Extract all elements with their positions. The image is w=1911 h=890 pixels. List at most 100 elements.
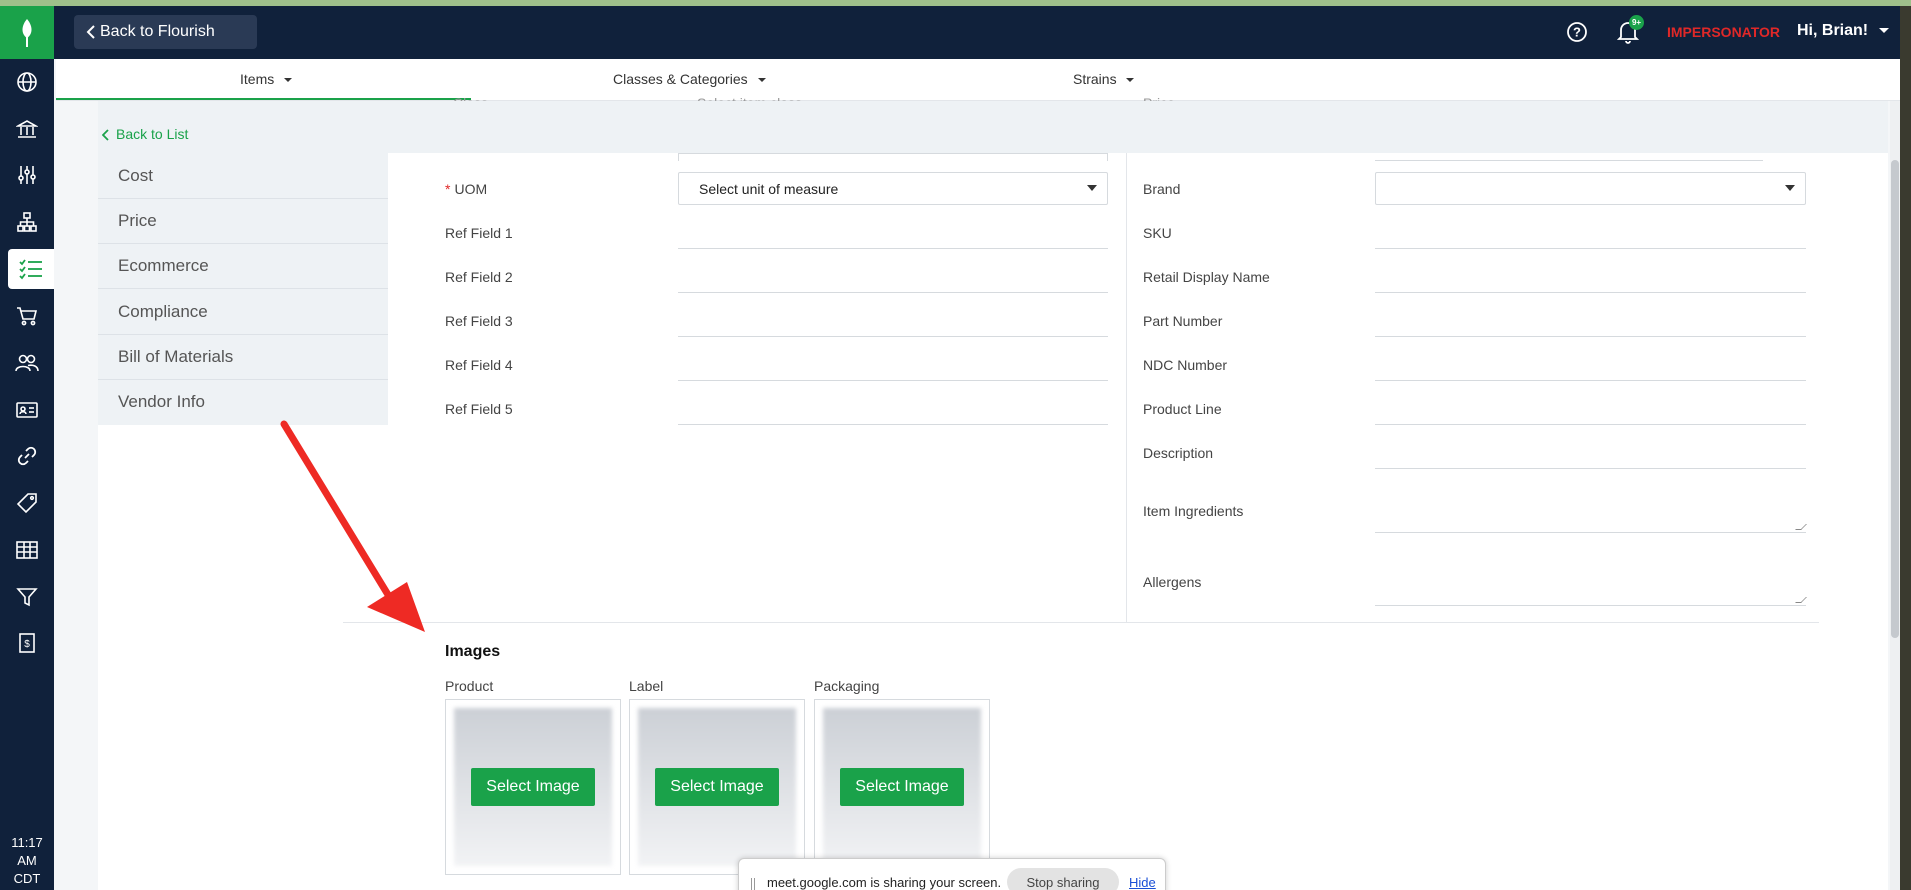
required-star: * (445, 181, 451, 197)
ref-field-2-label: Ref Field 2 (445, 269, 513, 285)
sliders-icon[interactable] (0, 155, 54, 195)
packaging-image-card: Select Image (814, 699, 990, 875)
menu-item-ecommerce[interactable]: Ecommerce (98, 243, 388, 289)
left-nav-rail: $ 11:17 AM CDT (0, 6, 54, 890)
item-ingredients-textarea[interactable] (1375, 493, 1807, 533)
resize-grip-icon[interactable] (1795, 597, 1807, 603)
page-scrollbar-thumb[interactable] (1891, 160, 1899, 638)
tab-classes-categories[interactable]: Classes & Categories (613, 71, 766, 87)
brand-select[interactable] (1375, 172, 1806, 205)
ref-field-4-input[interactable] (678, 380, 1108, 381)
product-image-label: Product (445, 678, 494, 694)
menu-item-cost[interactable]: Cost (98, 153, 388, 199)
checklist-icon[interactable] (8, 249, 54, 289)
menu-item-label: Price (118, 210, 157, 230)
menu-item-label: Ecommerce (118, 255, 209, 275)
ref-field-3-input[interactable] (678, 336, 1108, 337)
sku-input[interactable] (1375, 248, 1806, 249)
tab-items-label: Items (240, 71, 275, 87)
part-number-input[interactable] (1375, 336, 1806, 337)
org-chart-icon[interactable] (0, 202, 54, 242)
id-card-icon[interactable] (0, 390, 54, 430)
globe-icon[interactable] (0, 62, 54, 102)
menu-item-vendor-info[interactable]: Vendor Info (98, 379, 388, 425)
ref-field-5-input[interactable] (678, 424, 1108, 425)
hide-sharing-bar-link[interactable]: Hide (1129, 875, 1156, 890)
ref-field-3-label: Ref Field 3 (445, 313, 513, 329)
description-label: Description (1143, 445, 1214, 461)
product-line-input[interactable] (1375, 424, 1806, 425)
ref-field-1-input[interactable] (678, 248, 1108, 249)
tab-strains-label: Strains (1073, 71, 1117, 87)
back-to-flourish-button[interactable]: Back to Flourish (74, 15, 257, 49)
brand-label: Brand (1143, 181, 1181, 197)
uom-select-value: Select unit of measure (699, 180, 839, 197)
user-greeting: Hi, Brian! (1797, 22, 1869, 39)
class-select-bottom-edge (678, 153, 1108, 154)
back-to-list-label: Back to List (116, 126, 189, 142)
price-input-line (1375, 160, 1763, 161)
chevron-left-icon (86, 24, 96, 45)
images-heading: Images (445, 643, 501, 660)
ref-field-2-input[interactable] (678, 292, 1108, 293)
uom-select[interactable]: Select unit of measure (678, 172, 1108, 205)
tab-classes-label: Classes & Categories (613, 71, 748, 87)
product-image-card: Select Image (445, 699, 621, 875)
stop-sharing-button[interactable]: Stop sharing (1007, 868, 1119, 890)
product-line-label: Product Line (1143, 401, 1222, 417)
funnel-icon[interactable] (0, 577, 54, 617)
help-icon[interactable]: ? (1566, 21, 1588, 48)
drag-handle-icon[interactable] (751, 878, 755, 890)
class-select-border (1107, 153, 1108, 161)
clock-ampm: AM (17, 853, 37, 868)
allergens-textarea[interactable] (1375, 563, 1807, 606)
ndc-number-input[interactable] (1375, 380, 1806, 381)
select-label-image-button[interactable]: Select Image (655, 768, 779, 806)
caret-down-icon (1087, 185, 1097, 191)
ref-field-4-label: Ref Field 4 (445, 357, 513, 373)
menu-item-compliance[interactable]: Compliance (98, 289, 388, 335)
back-to-list-link[interactable]: Back to List (101, 126, 189, 144)
menu-item-price[interactable]: Price (98, 198, 388, 244)
table-icon[interactable] (0, 530, 54, 570)
users-icon[interactable] (0, 343, 54, 383)
sticky-subheader (98, 101, 1888, 153)
allergens-label: Allergens (1143, 574, 1202, 590)
svg-text:$: $ (24, 639, 30, 650)
chevron-left-icon (101, 128, 110, 144)
menu-item-label: Vendor Info (118, 392, 205, 411)
caret-down-icon (1785, 185, 1795, 191)
sku-label: SKU (1143, 225, 1172, 241)
red-arrow-annotation (280, 420, 425, 632)
tab-items[interactable]: Items (240, 71, 293, 87)
screen-sharing-bar: meet.google.com is sharing your screen. … (738, 858, 1166, 890)
select-packaging-image-button[interactable]: Select Image (840, 768, 964, 806)
resize-grip-icon[interactable] (1795, 524, 1807, 530)
tag-icon[interactable] (0, 483, 54, 523)
class-select-border (678, 153, 679, 161)
item-section-menu: Cost Price Ecommerce Compliance Bill of … (98, 153, 388, 425)
sharing-message: meet.google.com is sharing your screen. (767, 875, 1002, 890)
part-number-label: Part Number (1143, 313, 1223, 329)
ref-field-1-label: Ref Field 1 (445, 225, 513, 241)
section-tabs: Items Classes & Categories Strains (56, 59, 1911, 101)
system-clock: 11:17 AM CDT (0, 834, 54, 888)
impersonator-label: IMPERSONATOR (1667, 24, 1781, 40)
tab-strains[interactable]: Strains (1073, 71, 1135, 87)
user-menu[interactable]: Hi, Brian! (1797, 22, 1889, 40)
caret-down-icon (1126, 78, 1135, 83)
menu-item-bill-of-materials[interactable]: Bill of Materials (98, 334, 388, 380)
uom-label-text: UOM (454, 181, 488, 197)
select-product-image-button[interactable]: Select Image (471, 768, 595, 806)
description-input[interactable] (1375, 468, 1806, 469)
caret-down-icon (757, 78, 766, 83)
bank-icon[interactable] (0, 109, 54, 149)
caret-down-icon (284, 78, 293, 83)
clock-time: 11:17 (11, 835, 43, 850)
packaging-image-label: Packaging (814, 678, 880, 694)
retail-display-name-input[interactable] (1375, 292, 1806, 293)
cart-icon[interactable] (0, 296, 54, 336)
link-icon[interactable] (0, 436, 54, 476)
flourish-logo[interactable] (0, 6, 54, 59)
dollar-receipt-icon[interactable]: $ (0, 623, 54, 663)
